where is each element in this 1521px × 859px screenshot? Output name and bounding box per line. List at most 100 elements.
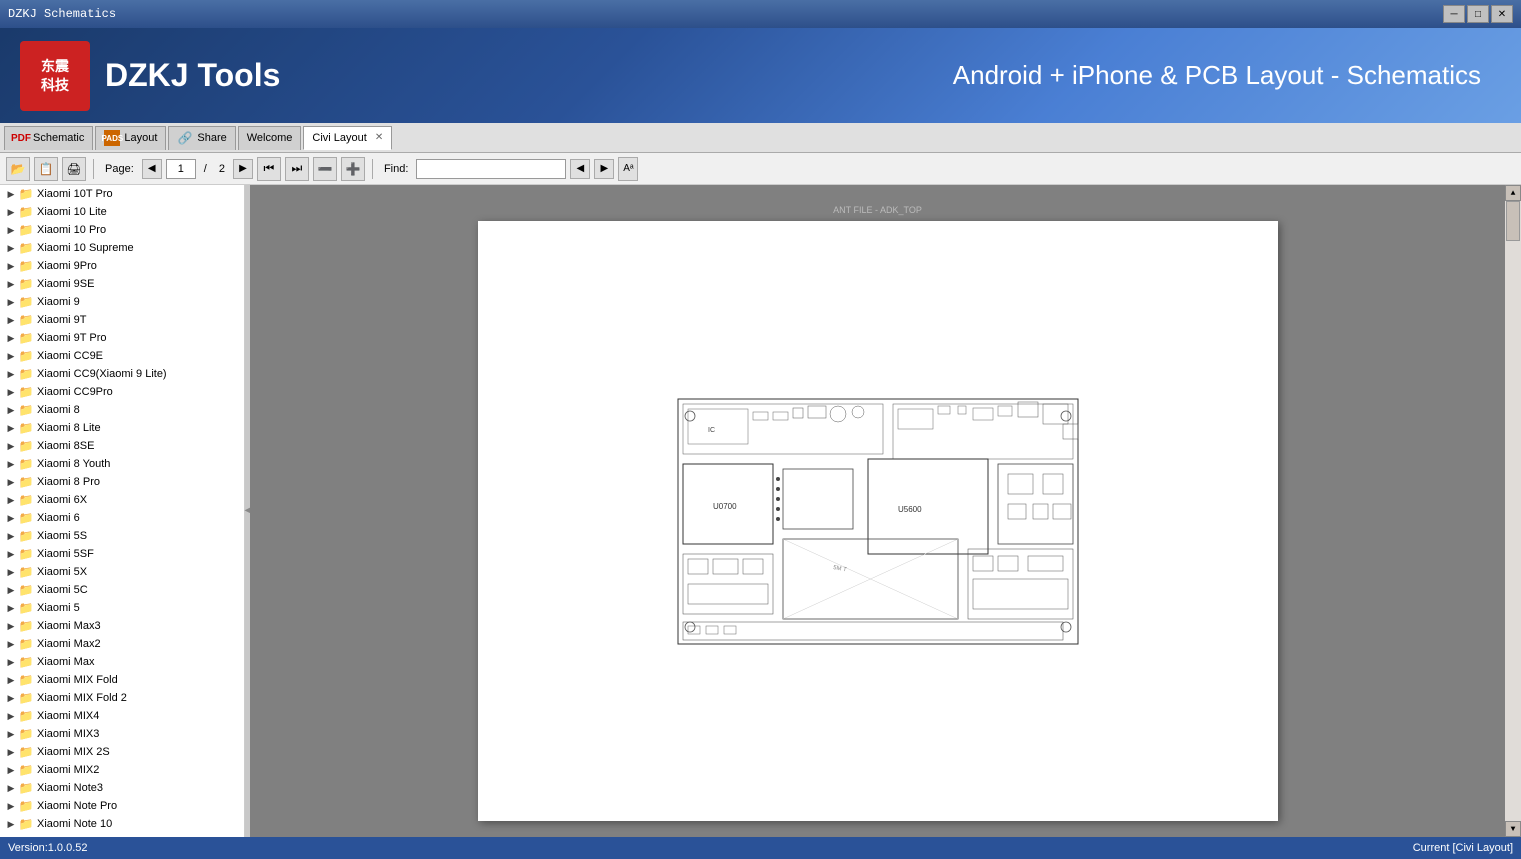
tree-item-34[interactable]: ▶📁Xiaomi Note Pro xyxy=(0,797,244,815)
tree-item-24[interactable]: ▶📁Xiaomi Max3 xyxy=(0,617,244,635)
expand-icon: ▶ xyxy=(4,187,18,201)
tree-item-4[interactable]: ▶📁Xiaomi 9Pro xyxy=(0,257,244,275)
tree-item-13[interactable]: ▶📁Xiaomi 8 Lite xyxy=(0,419,244,437)
tree-item-10[interactable]: ▶📁Xiaomi CC9(Xiaomi 9 Lite) xyxy=(0,365,244,383)
tree-item-23[interactable]: ▶📁Xiaomi 5 xyxy=(0,599,244,617)
tree-item-36[interactable]: ▶📁Xiaomi Note 10 lite xyxy=(0,833,244,837)
expand-icon: ▶ xyxy=(4,565,18,579)
tree-label: Xiaomi Max3 xyxy=(37,620,101,632)
expand-icon: ▶ xyxy=(4,799,18,813)
tab-welcome[interactable]: Welcome xyxy=(238,126,302,150)
last-page-button[interactable]: ⏭ xyxy=(285,157,309,181)
find-input[interactable] xyxy=(416,159,566,179)
folder-icon: 📁 xyxy=(18,494,34,506)
tree-item-26[interactable]: ▶📁Xiaomi Max xyxy=(0,653,244,671)
scroll-up-button[interactable]: ▲ xyxy=(1505,185,1521,201)
tree-label: Xiaomi Note 10 xyxy=(37,818,112,830)
tab-close-icon[interactable]: ✕ xyxy=(375,132,383,143)
tree-item-20[interactable]: ▶📁Xiaomi 5SF xyxy=(0,545,244,563)
maximize-button[interactable]: □ xyxy=(1467,5,1489,23)
tree-item-11[interactable]: ▶📁Xiaomi CC9Pro xyxy=(0,383,244,401)
tree-item-9[interactable]: ▶📁Xiaomi CC9E xyxy=(0,347,244,365)
folder-icon: 📁 xyxy=(18,710,34,722)
expand-icon: ▶ xyxy=(4,817,18,831)
find-next-button[interactable]: ▶ xyxy=(594,159,614,179)
logo-box: 东震 科技 xyxy=(20,41,90,111)
folder-icon: 📁 xyxy=(18,296,34,308)
tree-label: Xiaomi 8 Lite xyxy=(37,422,101,434)
folder-icon: 📁 xyxy=(18,260,34,272)
expand-icon: ▶ xyxy=(4,673,18,687)
tree-item-22[interactable]: ▶📁Xiaomi 5C xyxy=(0,581,244,599)
tree-item-16[interactable]: ▶📁Xiaomi 8 Pro xyxy=(0,473,244,491)
expand-icon: ▶ xyxy=(4,277,18,291)
tree-label: Xiaomi 9T Pro xyxy=(37,332,107,344)
minimize-button[interactable]: ─ xyxy=(1443,5,1465,23)
tab-civi-layout[interactable]: Civi Layout ✕ xyxy=(303,126,392,150)
prev-page-button[interactable]: ◀ xyxy=(142,159,162,179)
tab-schematic-label: Schematic xyxy=(33,132,84,144)
tree-item-15[interactable]: ▶📁Xiaomi 8 Youth xyxy=(0,455,244,473)
folder-icon: 📁 xyxy=(18,476,34,488)
tree-item-19[interactable]: ▶📁Xiaomi 5S xyxy=(0,527,244,545)
tree-label: Xiaomi Note 10 lite xyxy=(37,836,129,837)
tree-label: Xiaomi MIX Fold 2 xyxy=(37,692,127,704)
tree-item-17[interactable]: ▶📁Xiaomi 6X xyxy=(0,491,244,509)
tree-item-32[interactable]: ▶📁Xiaomi MIX2 xyxy=(0,761,244,779)
first-page-button[interactable]: ⏮ xyxy=(257,157,281,181)
tree-item-27[interactable]: ▶📁Xiaomi MIX Fold xyxy=(0,671,244,689)
scroll-down-button[interactable]: ▼ xyxy=(1505,821,1521,837)
folder-icon: 📁 xyxy=(18,656,34,668)
tree-item-35[interactable]: ▶📁Xiaomi Note 10 xyxy=(0,815,244,833)
tree-item-12[interactable]: ▶📁Xiaomi 8 xyxy=(0,401,244,419)
page-top-label: ANT FILE - ADK_TOP xyxy=(833,205,922,215)
tree-item-2[interactable]: ▶📁Xiaomi 10 Pro xyxy=(0,221,244,239)
folder-icon: 📁 xyxy=(18,422,34,434)
zoom-in-button[interactable]: ➕ xyxy=(341,157,365,181)
expand-icon: ▶ xyxy=(4,439,18,453)
tree-item-30[interactable]: ▶📁Xiaomi MIX3 xyxy=(0,725,244,743)
tree-label: Xiaomi 8SE xyxy=(37,440,94,452)
find-prev-button[interactable]: ◀ xyxy=(570,159,590,179)
expand-icon: ▶ xyxy=(4,727,18,741)
svg-text:IC: IC xyxy=(708,427,715,434)
close-button[interactable]: ✕ xyxy=(1491,5,1513,23)
tree-item-7[interactable]: ▶📁Xiaomi 9T xyxy=(0,311,244,329)
folder-icon: 📁 xyxy=(18,620,34,632)
tree-item-3[interactable]: ▶📁Xiaomi 10 Supreme xyxy=(0,239,244,257)
next-page-button[interactable]: ▶ xyxy=(233,159,253,179)
tree-item-18[interactable]: ▶📁Xiaomi 6 xyxy=(0,509,244,527)
tree-item-25[interactable]: ▶📁Xiaomi Max2 xyxy=(0,635,244,653)
copy-button[interactable]: 📋 xyxy=(34,157,58,181)
expand-icon: ▶ xyxy=(4,619,18,633)
tab-layout[interactable]: PADS Layout xyxy=(95,126,166,150)
scroll-thumb[interactable] xyxy=(1506,201,1520,241)
open-button[interactable]: 📂 xyxy=(6,157,30,181)
tree-item-0[interactable]: ▶📁Xiaomi 10T Pro xyxy=(0,185,244,203)
expand-icon: ▶ xyxy=(4,295,18,309)
tree-item-33[interactable]: ▶📁Xiaomi Note3 xyxy=(0,779,244,797)
page-input[interactable] xyxy=(166,159,196,179)
expand-icon: ▶ xyxy=(4,205,18,219)
folder-icon: 📁 xyxy=(18,278,34,290)
title-bar-buttons: ─ □ ✕ xyxy=(1443,5,1513,23)
tree-item-1[interactable]: ▶📁Xiaomi 10 Lite xyxy=(0,203,244,221)
tree-item-21[interactable]: ▶📁Xiaomi 5X xyxy=(0,563,244,581)
tree-item-29[interactable]: ▶📁Xiaomi MIX4 xyxy=(0,707,244,725)
tree-label: Xiaomi 8 xyxy=(37,404,80,416)
title-bar-text: DZKJ Schematics xyxy=(8,7,116,21)
tab-share[interactable]: 🔗 Share xyxy=(168,126,235,150)
tree-item-6[interactable]: ▶📁Xiaomi 9 xyxy=(0,293,244,311)
print-button[interactable]: 🖨 xyxy=(62,157,86,181)
tab-schematic[interactable]: PDF Schematic xyxy=(4,126,93,150)
tree-item-14[interactable]: ▶📁Xiaomi 8SE xyxy=(0,437,244,455)
viewer-scrollbar[interactable]: ▲ ▼ xyxy=(1505,185,1521,837)
folder-icon: 📁 xyxy=(18,350,34,362)
zoom-out-button[interactable]: ➖ xyxy=(313,157,337,181)
tree-item-31[interactable]: ▶📁Xiaomi MIX 2S xyxy=(0,743,244,761)
tree-item-28[interactable]: ▶📁Xiaomi MIX Fold 2 xyxy=(0,689,244,707)
tab-civi-layout-label: Civi Layout xyxy=(312,132,366,144)
find-options-button[interactable]: Aᵃ xyxy=(618,157,638,181)
tree-item-5[interactable]: ▶📁Xiaomi 9SE xyxy=(0,275,244,293)
tree-item-8[interactable]: ▶📁Xiaomi 9T Pro xyxy=(0,329,244,347)
